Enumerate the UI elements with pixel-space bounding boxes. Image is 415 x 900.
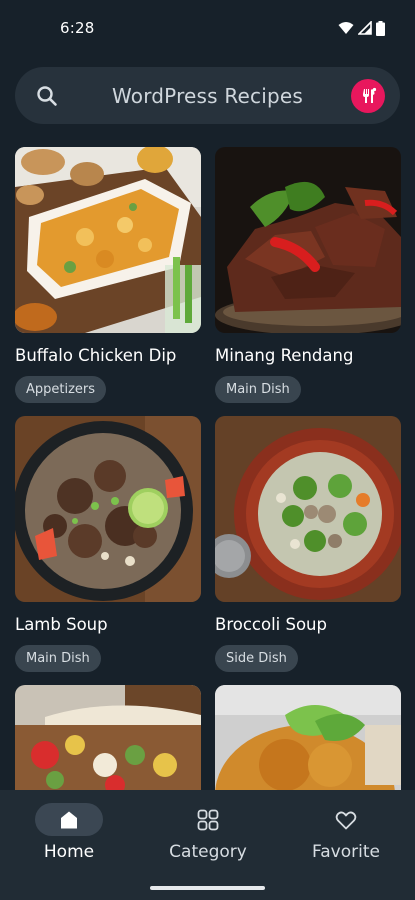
nav-item-home[interactable]: Home [9, 803, 129, 862]
recipe-category-chip[interactable]: Main Dish [15, 645, 101, 672]
recipe-card-buffalo-chicken-dip[interactable]: Buffalo Chicken Dip Appetizers [15, 147, 201, 403]
recipe-image-broccoli-soup[interactable] [215, 416, 401, 602]
wifi-icon [338, 22, 354, 34]
search-bar[interactable]: WordPress Recipes [15, 67, 400, 124]
bottom-nav: Home Category Favorite [0, 790, 415, 900]
recipe-image-buffalo-chicken-dip[interactable] [15, 147, 201, 333]
status-icons [338, 20, 385, 36]
recipe-grid: Buffalo Chicken Dip Appetizers Minang Re… [15, 147, 401, 790]
app-title: WordPress Recipes [111, 83, 304, 108]
recipe-image-6[interactable] [215, 685, 401, 790]
recipe-title: Broccoli Soup [215, 615, 327, 634]
recipe-image-5[interactable] [15, 685, 201, 790]
grid-icon[interactable] [174, 803, 242, 836]
nav-label-category: Category [169, 842, 247, 862]
status-time: 6:28 [60, 19, 95, 37]
signal-icon [358, 21, 372, 35]
nav-item-category[interactable]: Category [148, 803, 268, 862]
nav-label-home: Home [43, 842, 95, 862]
gesture-home-indicator[interactable] [150, 886, 265, 890]
recipe-card-6[interactable] [215, 685, 401, 790]
status-bar: 6:28 [0, 0, 415, 56]
recipe-card-broccoli-soup[interactable]: Broccoli Soup Side Dish [215, 416, 401, 672]
nav-label-favorite: Favorite [312, 842, 380, 862]
recipe-title: Lamb Soup [15, 615, 108, 634]
heart-icon[interactable] [312, 803, 380, 836]
restaurant-icon[interactable] [351, 79, 385, 113]
search-icon[interactable] [35, 84, 59, 108]
battery-icon [376, 20, 385, 36]
recipe-card-minang-rendang[interactable]: Minang Rendang Main Dish [215, 147, 401, 403]
recipe-category-chip[interactable]: Appetizers [15, 376, 107, 403]
recipe-category-chip[interactable]: Main Dish [215, 376, 301, 403]
recipe-category-chip[interactable]: Side Dish [215, 645, 298, 672]
recipe-card-lamb-soup[interactable]: Lamb Soup Main Dish [15, 416, 201, 672]
recipe-card-5[interactable] [15, 685, 201, 790]
nav-item-favorite[interactable]: Favorite [286, 803, 406, 862]
recipe-image-lamb-soup[interactable] [15, 416, 201, 602]
recipe-title: Buffalo Chicken Dip [15, 346, 177, 365]
recipe-image-minang-rendang[interactable] [215, 147, 401, 333]
home-icon[interactable] [35, 803, 103, 836]
recipe-title: Minang Rendang [215, 346, 354, 365]
